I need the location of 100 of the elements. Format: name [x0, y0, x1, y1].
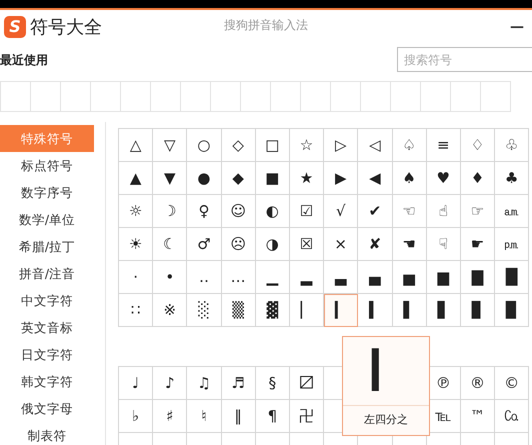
symbol-cell[interactable]: ¶: [256, 400, 290, 433]
symbol-cell[interactable]: ☺: [222, 195, 256, 228]
symbol-cell[interactable]: ㏘: [495, 228, 530, 261]
symbol-cell[interactable]: ▆: [426, 261, 461, 294]
symbol-cell[interactable]: ☀: [119, 228, 154, 261]
symbol-cell[interactable]: ♦: [460, 162, 496, 195]
symbol-cell[interactable]: ·: [119, 261, 154, 294]
symbol-cell[interactable]: ♯: [153, 400, 188, 433]
symbol-cell[interactable]: ♥: [426, 162, 461, 195]
symbol-cell[interactable]: §: [256, 367, 290, 400]
symbol-cell[interactable]: ☜: [392, 195, 427, 228]
recent-symbol-slot[interactable]: [480, 81, 511, 112]
symbol-cell[interactable]: ▒: [222, 294, 256, 327]
symbol-cell[interactable]: ㏇: [495, 400, 530, 433]
symbol-cell[interactable]: ○: [187, 129, 222, 162]
symbol-cell[interactable]: ■: [256, 162, 290, 195]
recent-symbol-slot[interactable]: [0, 81, 31, 112]
symbol-cell[interactable]: ●: [187, 162, 222, 195]
symbol-cell[interactable]: ㏂: [495, 195, 530, 228]
symbol-cell[interactable]: √: [324, 195, 358, 228]
symbol-cell[interactable]: ☼: [119, 195, 154, 228]
symbol-cell[interactable]: ▓: [256, 294, 290, 327]
symbol-cell[interactable]: ☹: [222, 228, 256, 261]
symbol-cell[interactable]: ▄: [358, 261, 392, 294]
symbol-cell[interactable]: ☑: [290, 195, 324, 228]
symbol-cell[interactable]: ♀: [187, 195, 222, 228]
symbol-cell[interactable]: ♮: [187, 400, 222, 433]
category-tab[interactable]: 标点符号: [0, 152, 94, 179]
symbol-cell[interactable]: ░: [187, 294, 222, 327]
symbol-cell[interactable]: ♤: [392, 129, 427, 162]
symbol-cell[interactable]: █: [495, 261, 530, 294]
symbol-cell[interactable]: ▊: [460, 294, 496, 327]
symbol-cell[interactable]: ☝: [426, 195, 461, 228]
symbol-cell[interactable]: ♭: [119, 400, 154, 433]
symbol-cell[interactable]: ®: [460, 367, 496, 400]
symbol-cell[interactable]: ∷: [119, 294, 154, 327]
symbol-cell[interactable]: ☛: [460, 228, 496, 261]
search-field[interactable]: 搜索符号: [397, 47, 532, 72]
recent-symbol-slot[interactable]: [420, 81, 451, 112]
symbol-cell[interactable]: ✘: [358, 228, 392, 261]
symbol-cell[interactable]: △: [119, 129, 154, 162]
symbol-cell[interactable]: ♪: [153, 367, 188, 400]
symbol-cell[interactable]: ☟: [426, 228, 461, 261]
category-tab[interactable]: 日文字符: [0, 341, 94, 368]
symbol-cell[interactable]: ♧: [495, 129, 530, 162]
recent-symbol-slot[interactable]: [90, 81, 121, 112]
symbol-cell[interactable]: ☞: [460, 195, 496, 228]
category-tab[interactable]: 数学/单位: [0, 206, 94, 233]
minimize-button[interactable]: —: [506, 16, 528, 38]
symbol-cell[interactable]: ♩: [119, 367, 154, 400]
symbol-cell[interactable]: ◇: [222, 129, 256, 162]
category-tab[interactable]: 制表符: [0, 422, 94, 445]
recent-symbol-slot[interactable]: [180, 81, 211, 112]
symbol-cell[interactable]: ▷: [324, 129, 358, 162]
symbol-cell[interactable]: ©: [495, 367, 530, 400]
category-tab[interactable]: 数字序号: [0, 179, 94, 206]
symbol-cell[interactable]: ×: [324, 228, 358, 261]
symbol-cell[interactable]: ▽: [153, 129, 188, 162]
symbol-cell[interactable]: ‥: [187, 261, 222, 294]
symbol-cell[interactable]: ♢: [460, 129, 496, 162]
symbol-cell[interactable]: ▼: [153, 162, 188, 195]
recent-symbol-slot[interactable]: [60, 81, 91, 112]
symbol-cell[interactable]: ◁: [358, 129, 392, 162]
recent-symbol-slot[interactable]: [390, 81, 421, 112]
symbol-cell[interactable]: 〼: [290, 367, 324, 400]
symbol-cell[interactable]: ◀: [358, 162, 392, 195]
category-tab[interactable]: 拼音/注音: [0, 260, 94, 287]
recent-symbol-slot[interactable]: [270, 81, 301, 112]
symbol-cell[interactable]: ‖: [222, 400, 256, 433]
symbol-cell[interactable]: □: [256, 129, 290, 162]
symbol-cell[interactable]: ▂: [290, 261, 324, 294]
symbol-cell[interactable]: ♬: [222, 367, 256, 400]
symbol-cell[interactable]: ▁: [256, 261, 290, 294]
symbol-cell[interactable]: ▍: [358, 294, 392, 327]
recent-symbol-slot[interactable]: [300, 81, 331, 112]
symbol-cell[interactable]: ▲: [119, 162, 154, 195]
symbol-cell[interactable]: ♂: [187, 228, 222, 261]
category-tab[interactable]: 韩文字符: [0, 368, 94, 395]
symbol-cell[interactable]: ™: [460, 400, 496, 433]
symbol-cell[interactable]: ♣: [495, 162, 530, 195]
symbol-cell[interactable]: ※: [153, 294, 188, 327]
symbol-cell[interactable]: ◐: [256, 195, 290, 228]
symbol-cell[interactable]: 卍: [290, 400, 324, 433]
symbol-cell[interactable]: ✔: [358, 195, 392, 228]
symbol-cell[interactable]: ☚: [392, 228, 427, 261]
recent-symbol-slot[interactable]: [30, 81, 61, 112]
symbol-cell[interactable]: ▅: [392, 261, 427, 294]
symbol-cell[interactable]: ☆: [290, 129, 324, 162]
symbol-cell[interactable]: ♫: [187, 367, 222, 400]
symbol-cell[interactable]: ★: [290, 162, 324, 195]
symbol-cell[interactable]: ▶: [324, 162, 358, 195]
recent-symbol-slot[interactable]: [120, 81, 151, 112]
symbol-cell[interactable]: ▎: [324, 294, 358, 327]
recent-symbol-slot[interactable]: [240, 81, 271, 112]
category-tab[interactable]: 英文音标: [0, 314, 94, 341]
symbol-cell[interactable]: ◑: [256, 228, 290, 261]
symbol-cell[interactable]: ▇: [460, 261, 496, 294]
symbol-cell[interactable]: •: [153, 261, 188, 294]
category-tab[interactable]: 希腊/拉丁: [0, 233, 94, 260]
recent-symbol-slot[interactable]: [150, 81, 181, 112]
